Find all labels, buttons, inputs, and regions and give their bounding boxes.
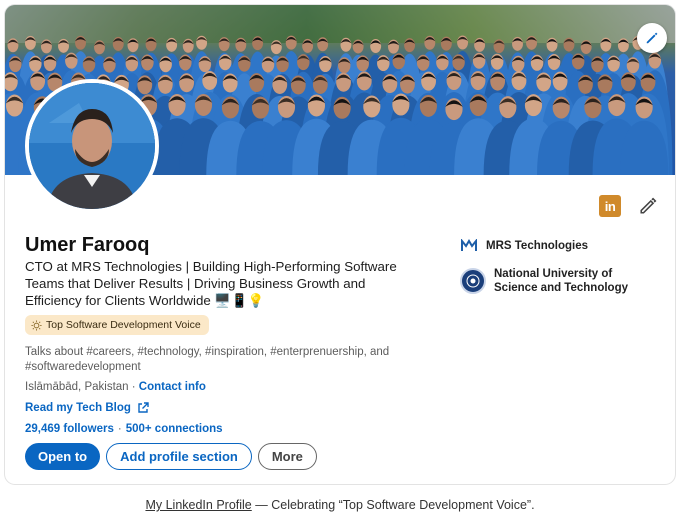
profile-headline: CTO at MRS Technologies | Building High-…: [25, 259, 397, 308]
connections-link[interactable]: 500+ connections: [126, 423, 223, 435]
top-voice-badge[interactable]: Top Software Development Voice: [25, 315, 209, 335]
profile-actions-top: in: [599, 195, 657, 217]
current-company[interactable]: MRS Technologies: [460, 237, 588, 255]
stats-separator: ·: [117, 423, 122, 435]
profile-name: Umer Farooq: [25, 234, 150, 256]
education-name: National University of Science and Techn…: [494, 268, 628, 294]
avatar[interactable]: [25, 79, 159, 213]
badge-label: Top Software Development Voice: [46, 319, 201, 331]
company-name: MRS Technologies: [486, 240, 589, 252]
education[interactable]: National University of Science and Techn…: [460, 267, 644, 295]
contact-info-link[interactable]: Contact info: [139, 381, 206, 393]
mrs-logo-icon: [460, 237, 478, 255]
add-profile-section-button[interactable]: Add profile section: [106, 443, 252, 470]
open-to-button[interactable]: Open to: [25, 443, 101, 470]
website-label: Read my Tech Blog: [25, 402, 131, 414]
location-separator: ·: [128, 381, 139, 393]
profile-buttons: Open to Add profile section More: [25, 443, 317, 470]
sun-icon: [31, 319, 42, 331]
location-line: Islāmābād, Pakistan · Contact info: [25, 381, 206, 393]
profile-card: in Umer Farooq CTO at MRS Technologies |…: [5, 5, 675, 484]
location: Islāmābād, Pakistan: [25, 381, 129, 393]
edit-icon[interactable]: [639, 197, 657, 215]
caption: My LinkedIn Profile — Celebrating “Top S…: [0, 498, 680, 512]
external-link-icon: [138, 402, 149, 413]
caption-link[interactable]: My LinkedIn Profile: [145, 498, 251, 512]
caption-text: — Celebrating “Top Software Development …: [251, 498, 535, 512]
talks-about: Talks about #careers, #technology, #insp…: [25, 346, 390, 373]
network-stats: 29,469 followers · 500+ connections: [25, 423, 223, 435]
nust-logo-icon: [460, 268, 486, 294]
cover-edit-button[interactable]: [637, 23, 667, 53]
more-button[interactable]: More: [257, 443, 317, 470]
linkedin-icon[interactable]: in: [599, 195, 621, 217]
website-link[interactable]: Read my Tech Blog: [25, 402, 149, 414]
followers-link[interactable]: 29,469 followers: [25, 423, 114, 435]
pencil-icon: [646, 32, 658, 44]
avatar-photo: [29, 83, 155, 209]
